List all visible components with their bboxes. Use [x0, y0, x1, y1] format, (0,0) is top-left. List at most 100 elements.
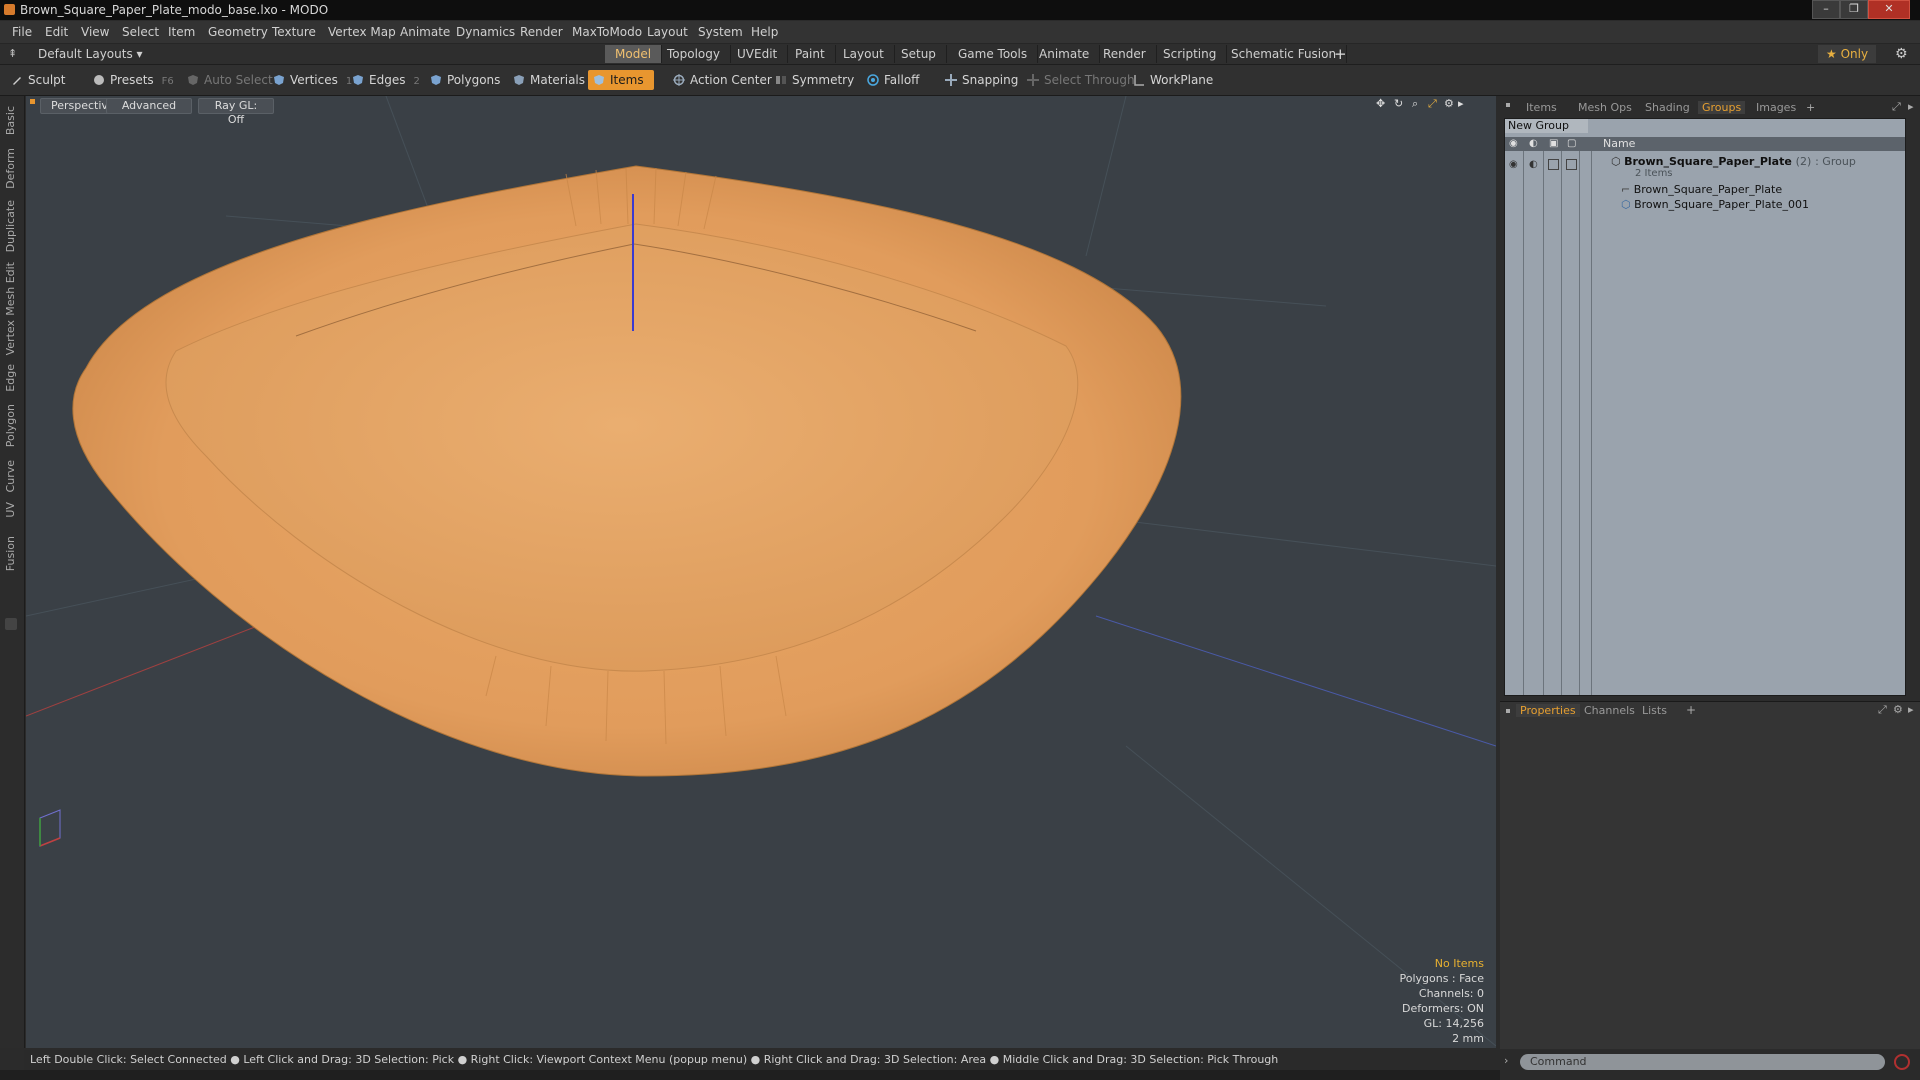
- expand-icon[interactable]: [5, 618, 17, 630]
- menu-dynamics[interactable]: Dynamics: [456, 25, 515, 39]
- tab-paint[interactable]: Paint: [785, 45, 836, 63]
- tab-duplicate[interactable]: Duplicate: [4, 200, 17, 252]
- tab-edge[interactable]: Edge: [4, 364, 17, 392]
- tab-setup[interactable]: Setup: [891, 45, 947, 63]
- menu-system[interactable]: System: [698, 25, 743, 39]
- tab-deform[interactable]: Deform: [4, 148, 17, 189]
- command-history-icon[interactable]: ›: [1504, 1054, 1508, 1067]
- raygl-button[interactable]: Ray GL: Off: [198, 98, 274, 126]
- tab-mesh-ops[interactable]: Mesh Ops: [1578, 101, 1632, 114]
- menu-render[interactable]: Render: [520, 25, 563, 39]
- polygons-button[interactable]: Polygons: [425, 70, 506, 90]
- group-visibility-icon[interactable]: ◉: [1509, 159, 1518, 170]
- tab-uv[interactable]: UV: [4, 502, 17, 518]
- only-toggle[interactable]: ★ Only: [1818, 45, 1877, 63]
- tab-uvedit[interactable]: UVEdit: [727, 45, 789, 63]
- tab-scripting[interactable]: Scripting: [1153, 45, 1228, 63]
- tab-animate[interactable]: Animate: [1029, 45, 1101, 63]
- vertices-button[interactable]: Vertices 1: [268, 70, 358, 90]
- tab-polygon[interactable]: Polygon: [4, 404, 17, 447]
- menu-maxtomodo[interactable]: MaxToModo: [572, 25, 642, 39]
- tab-items[interactable]: Items: [1526, 101, 1557, 114]
- properties-collapse-icon[interactable]: ▸: [1908, 703, 1914, 716]
- column-divider: [1561, 151, 1562, 695]
- tab-render[interactable]: Render: [1093, 45, 1157, 63]
- falloff-button[interactable]: Falloff: [862, 70, 925, 90]
- add-properties-tab-button[interactable]: +: [1686, 703, 1696, 717]
- close-button[interactable]: ✕: [1868, 0, 1910, 19]
- menu-item[interactable]: Item: [168, 25, 195, 39]
- menu-edit[interactable]: Edit: [45, 25, 68, 39]
- tab-properties[interactable]: Properties: [1516, 704, 1580, 717]
- panel-expand-icon[interactable]: ⤢: [1892, 100, 1901, 114]
- viewport-menu-dot[interactable]: [30, 99, 35, 104]
- materials-button[interactable]: Materials: [508, 70, 591, 90]
- tab-basic[interactable]: Basic: [4, 106, 17, 135]
- tab-curve[interactable]: Curve: [4, 460, 17, 492]
- zoom-view-icon[interactable]: ⌕: [1412, 97, 1418, 111]
- tab-vertex[interactable]: Vertex: [4, 320, 17, 355]
- fit-view-icon[interactable]: ⤢: [1428, 97, 1437, 111]
- properties-menu-dot[interactable]: [1506, 709, 1510, 713]
- menu-view[interactable]: View: [81, 25, 109, 39]
- layout-toggle-icon[interactable]: ⇞: [8, 47, 17, 60]
- tab-model[interactable]: Model: [605, 45, 663, 63]
- properties-expand-icon[interactable]: ⤢: [1878, 703, 1887, 717]
- new-group-button[interactable]: New Group: [1505, 119, 1588, 133]
- symmetry-button[interactable]: Symmetry: [770, 70, 860, 90]
- minimize-button[interactable]: –: [1812, 0, 1840, 19]
- menu-select[interactable]: Select: [122, 25, 159, 39]
- menu-file[interactable]: File: [12, 25, 32, 39]
- tab-fusion[interactable]: Fusion: [4, 536, 17, 571]
- menu-animate[interactable]: Animate: [400, 25, 450, 39]
- tab-mesh-edit[interactable]: Mesh Edit: [4, 262, 17, 316]
- add-panel-tab-button[interactable]: +: [1806, 101, 1815, 114]
- snapping-button[interactable]: Snapping: [940, 70, 1024, 90]
- default-layouts-dropdown[interactable]: Default Layouts ▾: [38, 47, 143, 61]
- group-row[interactable]: ⬡ Brown_Square_Paper_Plate (2) : Group: [1611, 155, 1856, 168]
- tab-layout[interactable]: Layout: [833, 45, 895, 63]
- gear-icon[interactable]: ⚙: [1895, 46, 1908, 62]
- add-layout-tab-button[interactable]: +: [1334, 45, 1347, 63]
- items-button[interactable]: Items: [588, 70, 654, 90]
- workplane-button[interactable]: WorkPlane: [1128, 70, 1219, 90]
- group-render-icon[interactable]: ◐: [1529, 159, 1538, 170]
- select-through-button[interactable]: Select Through: [1022, 70, 1141, 90]
- group-select-checkbox[interactable]: [1566, 159, 1577, 170]
- tab-channels[interactable]: Channels: [1584, 704, 1635, 717]
- tab-topology[interactable]: Topology: [657, 45, 731, 63]
- rotate-view-icon[interactable]: ↻: [1394, 97, 1403, 110]
- tab-images[interactable]: Images: [1756, 101, 1796, 114]
- advanced-button[interactable]: Advanced: [106, 98, 192, 114]
- 3d-viewport[interactable]: Perspective Advanced Ray GL: Off ✥ ↻ ⌕ ⤢…: [26, 96, 1496, 1048]
- panel-collapse-icon[interactable]: ▸: [1908, 100, 1914, 113]
- menu-layout[interactable]: Layout: [647, 25, 688, 39]
- menu-help[interactable]: Help: [751, 25, 778, 39]
- sculpt-button[interactable]: Sculpt: [6, 70, 71, 90]
- group-lock-checkbox[interactable]: [1548, 159, 1559, 170]
- viewport-settings-icon[interactable]: ⚙: [1444, 97, 1454, 110]
- viewport-expand-icon[interactable]: ▸: [1458, 97, 1464, 110]
- move-view-icon[interactable]: ✥: [1376, 97, 1385, 110]
- command-stop-icon[interactable]: [1894, 1054, 1910, 1070]
- properties-gear-icon[interactable]: ⚙: [1893, 703, 1903, 716]
- presets-button[interactable]: Presets F6: [88, 70, 180, 90]
- action-center-button[interactable]: Action Center: [668, 70, 778, 90]
- auto-select-button[interactable]: Auto Select: [182, 70, 279, 90]
- tab-schematic-fusion[interactable]: Schematic Fusion: [1221, 45, 1348, 63]
- menu-geometry[interactable]: Geometry: [208, 25, 268, 39]
- tab-shading[interactable]: Shading: [1645, 101, 1690, 114]
- maximize-button[interactable]: ❐: [1840, 0, 1868, 19]
- name-column-header[interactable]: Name: [1603, 137, 1635, 151]
- tab-lists[interactable]: Lists: [1642, 704, 1667, 717]
- tab-groups[interactable]: Groups: [1698, 101, 1746, 114]
- presets-icon: [94, 75, 104, 85]
- menu-vertex-map[interactable]: Vertex Map: [328, 25, 396, 39]
- panel-menu-dot[interactable]: [1506, 103, 1510, 107]
- menu-texture[interactable]: Texture: [272, 25, 316, 39]
- group-member-row[interactable]: ⌐ Brown_Square_Paper_Plate: [1621, 183, 1782, 196]
- edges-button[interactable]: Edges 2: [347, 70, 426, 90]
- group-member-row[interactable]: ⬡ Brown_Square_Paper_Plate_001: [1621, 198, 1809, 211]
- tab-game-tools[interactable]: Game Tools: [948, 45, 1039, 63]
- command-input[interactable]: Command: [1520, 1054, 1885, 1070]
